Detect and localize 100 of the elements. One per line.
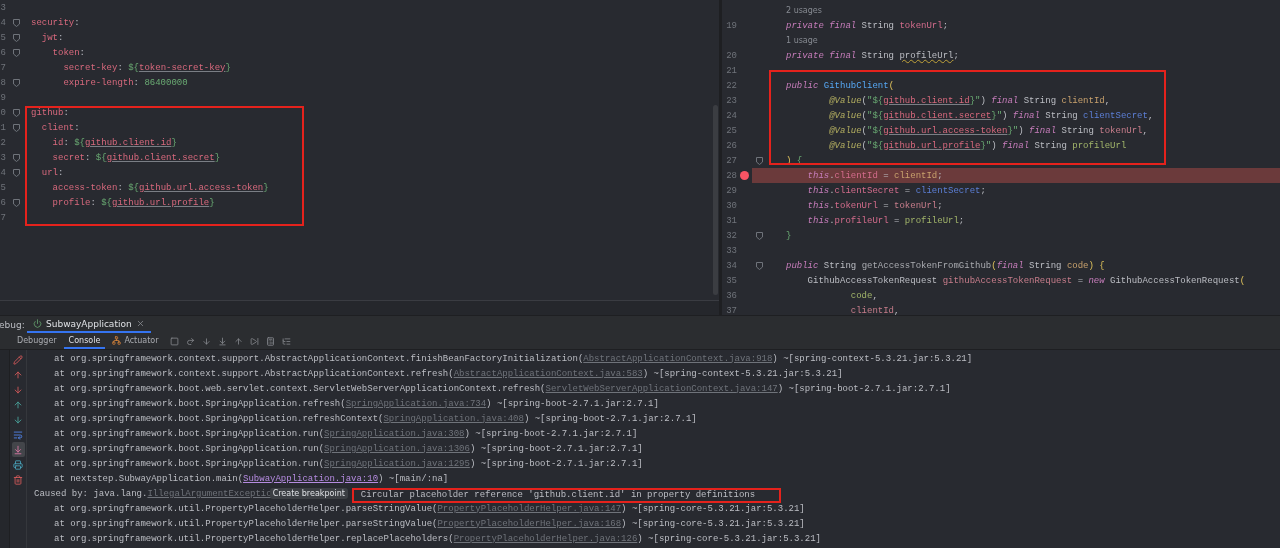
up-arrow-icon[interactable] xyxy=(13,399,23,410)
console-line: at org.springframework.util.PropertyPlaceholderHelper.parseStringValue(PropertyPlaceholderHelper.java:147) ~[spring-core-5.3.21.jar:5.3.21] xyxy=(54,503,805,514)
fold-icon[interactable] xyxy=(12,48,20,57)
code-line: @Value("${github.client.id}") final String clientId, xyxy=(829,95,1111,106)
console-line: at org.springframework.boot.SpringApplication.refresh(SpringApplication.java:734) ~[spring-boot-2.7.1.jar:2.7.1] xyxy=(54,398,659,409)
fold-icon[interactable] xyxy=(755,261,763,270)
console-line: at nextstep.SubwayApplication.main(SubwayApplication.java:10) ~[main/:na] xyxy=(54,473,449,484)
line-number: 4 xyxy=(0,17,6,28)
line-number: 4 xyxy=(0,167,6,178)
fold-icon[interactable] xyxy=(12,33,20,42)
line-number: 23 xyxy=(725,95,737,106)
line-number: 1 xyxy=(0,122,6,133)
source-link[interactable]: SpringApplication.java:734 xyxy=(345,398,487,409)
source-link[interactable]: SubwayApplication.java:10 xyxy=(243,473,379,484)
source-link[interactable]: SpringApplication.java:1306 xyxy=(324,443,470,454)
code-line: client: xyxy=(41,122,80,133)
code-line: this.profileUrl = profileUrl; xyxy=(807,215,965,226)
console-line: at org.springframework.boot.web.servlet.context.ServletWebServerApplicationContext.refresh(ServletWebServerApplicationContext.java:147) ~[spring-boot-2.7.1.jar:2.7.1] xyxy=(54,383,951,394)
step-out-icon[interactable] xyxy=(233,336,243,346)
source-link[interactable]: SpringApplication.java:1295 xyxy=(324,458,470,469)
source-link[interactable]: PropertyPlaceholderHelper.java:147 xyxy=(437,503,622,514)
network-icon xyxy=(112,335,122,345)
source-link[interactable]: PropertyPlaceholderHelper.java:126 xyxy=(453,533,638,544)
source-link[interactable]: SpringApplication.java:308 xyxy=(324,428,465,439)
scroll-to-end-icon[interactable] xyxy=(13,444,23,455)
line-number: 6 xyxy=(0,47,6,58)
breakpoint-icon[interactable] xyxy=(740,171,749,180)
panel-tab[interactable]: Debugger xyxy=(12,333,62,349)
close-icon xyxy=(135,319,145,328)
code-line: token: xyxy=(52,47,85,58)
wrap-icon[interactable] xyxy=(13,429,23,440)
code-line: @Value("${github.url.profile}") final String profileUrl xyxy=(829,140,1127,151)
down-arrow-icon[interactable] xyxy=(13,384,23,395)
line-number: 33 xyxy=(725,245,737,256)
line-number: 36 xyxy=(725,290,737,301)
power-icon xyxy=(33,319,42,328)
line-number: 35 xyxy=(725,275,737,286)
source-link[interactable]: ServletWebServerApplicationContext.java:147 xyxy=(545,383,778,394)
line-number: 32 xyxy=(725,230,737,241)
source-link[interactable]: IllegalArgumentExceptio xyxy=(147,488,272,499)
fold-icon[interactable] xyxy=(12,123,20,132)
source-link[interactable]: SpringApplication.java:408 xyxy=(383,413,524,424)
console-line: at org.springframework.boot.SpringApplication.refreshContext(SpringApplication.java:408) ~[spring-boot-2.7.1.jar:2.7.1] xyxy=(54,413,697,424)
code-line: code, xyxy=(850,290,878,301)
fold-icon[interactable] xyxy=(755,156,763,165)
code-line: private final String profileUrl; xyxy=(786,50,959,61)
fold-icon[interactable] xyxy=(12,153,20,162)
line-number: 2 xyxy=(0,137,6,148)
line-number: 34 xyxy=(725,260,737,271)
fold-icon[interactable] xyxy=(12,18,20,27)
code-line: secret-key: ${token-secret-key} xyxy=(63,62,231,73)
line-number: 25 xyxy=(725,125,737,136)
down-arrow-icon[interactable] xyxy=(13,414,23,425)
list-icon[interactable] xyxy=(281,336,291,346)
step-over-icon[interactable] xyxy=(185,336,195,346)
fold-icon[interactable] xyxy=(755,231,763,240)
console-line: at org.springframework.util.PropertyPlaceholderHelper.parseStringValue(PropertyPlaceholderHelper.java:168) ~[spring-core-5.3.21.jar:5.3.21] xyxy=(54,518,805,529)
code-line: jwt: xyxy=(41,32,64,43)
code-line: this.tokenUrl = tokenUrl; xyxy=(807,200,943,211)
line-number: 22 xyxy=(725,80,737,91)
fold-icon[interactable] xyxy=(12,168,20,177)
panel-tab[interactable]: Actuator xyxy=(107,333,164,349)
line-number: 19 xyxy=(725,20,737,31)
up-arrow-icon[interactable] xyxy=(13,369,23,380)
console-line: at org.springframework.boot.SpringApplication.run(SpringApplication.java:1306) ~[spring-boot-2.7.1.jar:2.7.1] xyxy=(54,443,643,454)
code-line: github: xyxy=(31,107,69,118)
console-line: at org.springframework.boot.SpringApplication.run(SpringApplication.java:1295) ~[spring-boot-2.7.1.jar:2.7.1] xyxy=(54,458,643,469)
code-line: profile: ${github.url.profile} xyxy=(52,197,215,208)
calculator-icon[interactable] xyxy=(265,336,275,346)
line-number: 5 xyxy=(0,182,6,193)
line-number: 27 xyxy=(725,155,737,166)
trash-icon[interactable] xyxy=(13,474,23,485)
fold-icon[interactable] xyxy=(12,108,20,117)
line-number: 7 xyxy=(0,212,6,223)
console-line: Caused by: java.lang.IllegalArgumentExceptio xyxy=(34,488,272,499)
run-to-cursor-icon[interactable] xyxy=(249,336,259,346)
source-link[interactable]: AbstractApplicationContext.java:583 xyxy=(453,368,643,379)
fold-icon[interactable] xyxy=(12,78,20,87)
source-link[interactable]: PropertyPlaceholderHelper.java:168 xyxy=(437,518,622,529)
line-number: 0 xyxy=(0,107,6,118)
edit-icon[interactable] xyxy=(13,354,23,365)
code-line: expire-length: 86400000 xyxy=(63,77,188,88)
square-icon[interactable] xyxy=(169,336,179,346)
printer-icon[interactable] xyxy=(13,459,23,470)
tooltip: Create breakpoint xyxy=(269,488,348,499)
line-number: 29 xyxy=(725,185,737,196)
step-down-icon[interactable] xyxy=(217,336,227,346)
console-line: at org.springframework.context.support.AbstractApplicationContext.finishBeanFactoryInitialization(AbstractApplicationContext.java:918) ~[spring-context-5.3.21.jar:5.3.21] xyxy=(54,353,973,364)
scrollbar[interactable] xyxy=(713,105,718,295)
line-number: 30 xyxy=(725,200,737,211)
usage-hint[interactable]: 2 usages xyxy=(786,6,822,15)
source-link[interactable]: AbstractApplicationContext.java:918 xyxy=(583,353,773,364)
line-number: 28 xyxy=(725,170,737,181)
code-line: clientId, xyxy=(850,305,900,315)
usage-hint[interactable]: 1 usage xyxy=(786,36,818,45)
step-into-icon[interactable] xyxy=(201,336,211,346)
code-line: access-token: ${github.url.access-token} xyxy=(52,182,269,193)
fold-icon[interactable] xyxy=(12,198,20,207)
line-number: 24 xyxy=(725,110,737,121)
code-line: public String getAccessTokenFromGithub(final String code) { xyxy=(786,260,1105,271)
